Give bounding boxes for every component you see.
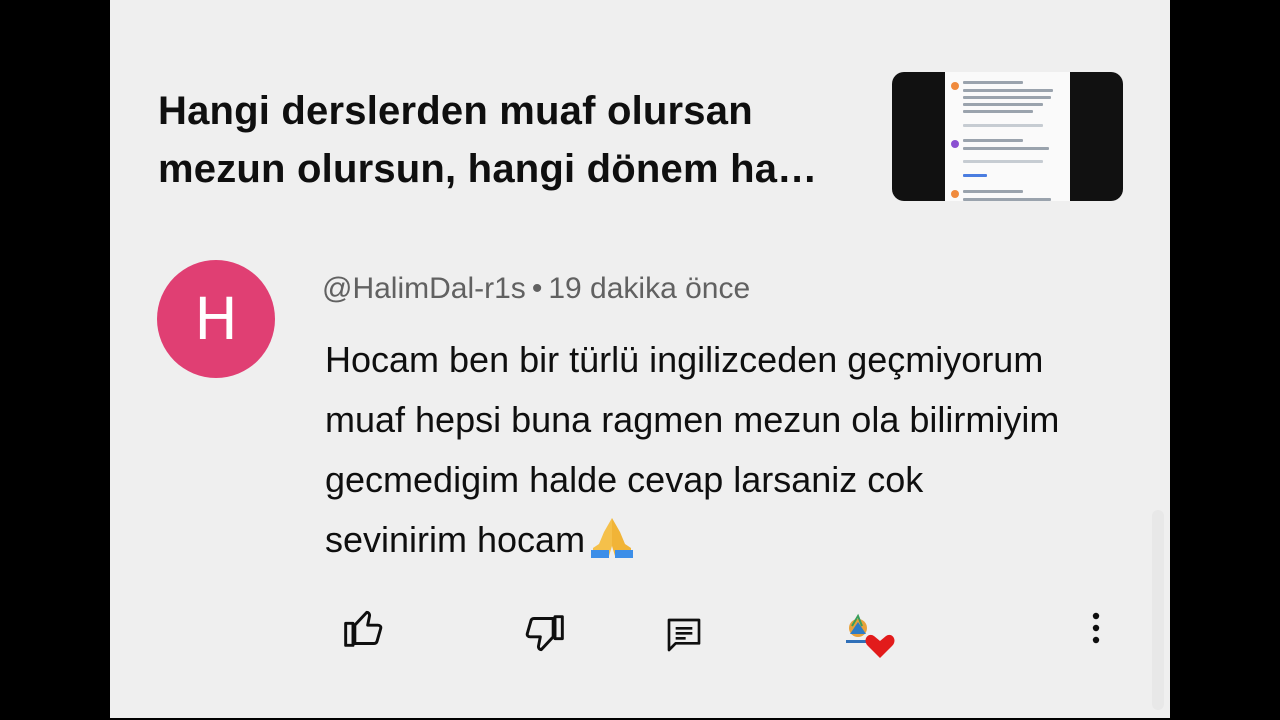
video-title[interactable]: Hangi derslerden muaf olursan mezun olur… (158, 82, 858, 198)
video-thumbnail[interactable] (892, 72, 1123, 201)
thumbs-down-icon (525, 614, 564, 651)
comment-body: Hocam ben bir türlü ingilizceden geçmiyo… (325, 330, 1065, 570)
avatar[interactable]: H (157, 260, 275, 378)
comment-panel: Hangi derslerden muaf olursan mezun olur… (110, 0, 1170, 718)
scrollbar[interactable] (1152, 510, 1164, 710)
more-vert-icon (1092, 612, 1100, 644)
comment-time: 19 dakika önce (548, 272, 751, 305)
thumbs-up-icon (344, 610, 383, 647)
meta-separator: • (531, 272, 543, 305)
dislike-button[interactable] (520, 612, 568, 660)
creator-heart-icon (846, 613, 895, 658)
comment-meta: @HalimDal-r1s • 19 dakika önce (322, 270, 750, 308)
praying-hands-icon (591, 518, 634, 558)
like-button[interactable] (340, 604, 388, 652)
thumbnail-preview (945, 72, 1070, 201)
comment-author[interactable]: @HalimDal-r1s (322, 272, 526, 305)
reply-icon (667, 618, 701, 651)
more-options-button[interactable] (1082, 608, 1110, 652)
creator-heart-badge[interactable] (840, 612, 896, 662)
reply-button[interactable] (662, 614, 706, 658)
comment-text: Hocam ben bir türlü ingilizceden geçmiyo… (325, 339, 1060, 560)
